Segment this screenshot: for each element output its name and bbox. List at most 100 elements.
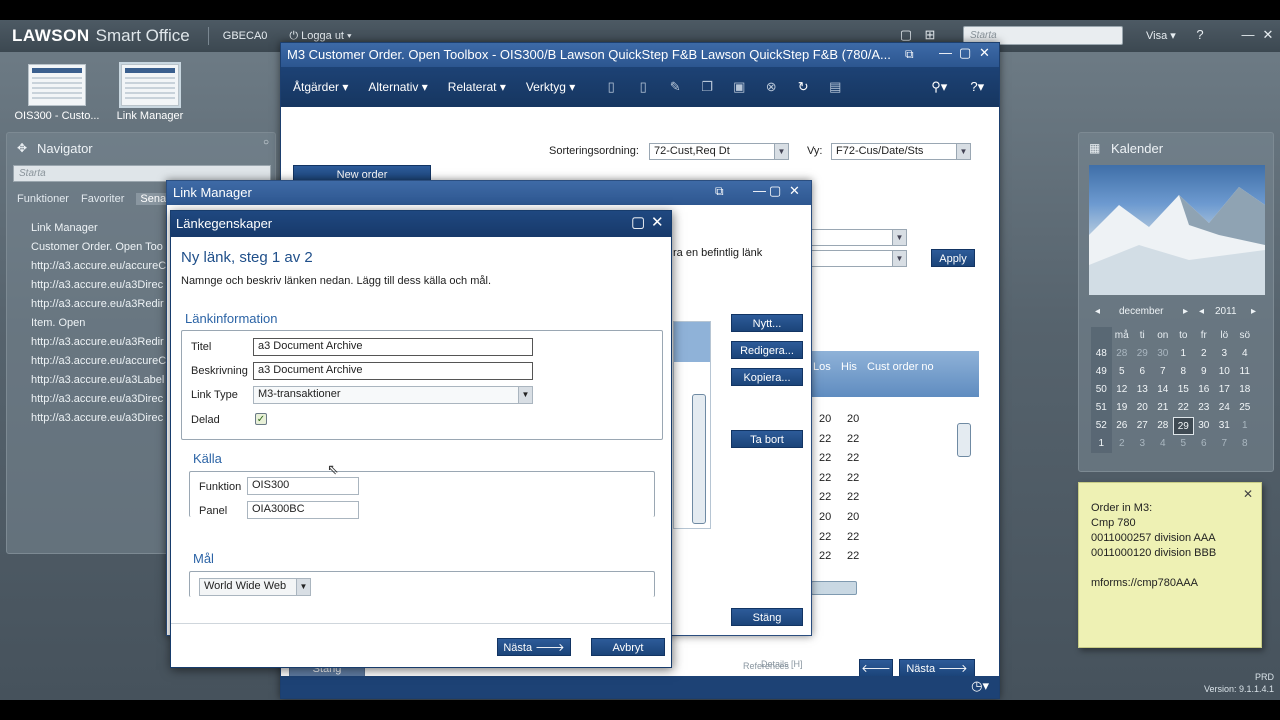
maximize-icon[interactable]: ▢ xyxy=(769,183,781,199)
table-cell[interactable]: 22 xyxy=(847,531,859,543)
note-close-icon[interactable]: ✕ xyxy=(1243,487,1253,501)
calendar-day[interactable]: 28 xyxy=(1153,417,1174,435)
table-cell[interactable]: 20 xyxy=(847,511,859,523)
table-cell[interactable]: 20 xyxy=(819,413,831,425)
calendar-day[interactable]: 14 xyxy=(1153,381,1174,399)
calendar-day[interactable]: 6 xyxy=(1194,435,1215,453)
calendar-day[interactable]: 26 xyxy=(1112,417,1133,435)
calendar-day[interactable]: 9 xyxy=(1194,363,1215,381)
list-item[interactable]: http://a3.accure.eu/a3Redir xyxy=(31,295,181,314)
calendar-day[interactable]: 4 xyxy=(1153,435,1174,453)
logout-link[interactable]: ⏻ Logga ut ▾ xyxy=(289,30,351,43)
visa-menu[interactable]: Visa ▾ xyxy=(1146,29,1176,42)
close-icon[interactable]: ✕ xyxy=(651,215,664,231)
description-input[interactable]: a3 Document Archive xyxy=(253,362,533,380)
table-cell[interactable]: 22 xyxy=(847,472,859,484)
popout-icon[interactable]: ⧉ xyxy=(905,47,914,62)
edit-link-button[interactable]: Redigera... xyxy=(731,341,803,359)
apply-button[interactable]: Apply xyxy=(931,249,975,267)
close-icon[interactable]: ✕ xyxy=(1260,27,1276,43)
grid-icon[interactable]: ⊞ xyxy=(922,27,938,43)
table-cell[interactable]: 22 xyxy=(819,433,831,445)
prev-month-icon[interactable]: ◂ xyxy=(1095,306,1100,317)
table-cell[interactable]: 22 xyxy=(847,433,859,445)
panel-input[interactable]: OIA300BC xyxy=(247,501,359,519)
tab-favoriter[interactable]: Favoriter xyxy=(81,193,124,205)
calendar-day[interactable]: 12 xyxy=(1112,381,1133,399)
next-button[interactable]: Nästa 🡒 xyxy=(497,638,571,656)
copy-link-button[interactable]: Kopiera... xyxy=(731,368,803,386)
print-icon[interactable]: ▤ xyxy=(827,79,843,95)
calendar-day[interactable]: 29 xyxy=(1132,345,1153,363)
table-cell[interactable]: 20 xyxy=(847,413,859,425)
list-item[interactable]: Item. Open xyxy=(31,314,181,333)
list-item[interactable]: http://a3.accure.eu/accureC xyxy=(31,257,181,276)
table-cell[interactable]: 22 xyxy=(847,491,859,503)
calendar-day[interactable]: 28 xyxy=(1112,345,1133,363)
calendar-day[interactable]: 18 xyxy=(1235,381,1256,399)
title-input[interactable]: a3 Document Archive xyxy=(253,338,533,356)
shared-checkbox[interactable]: ✓ xyxy=(255,413,267,425)
shortcut-link-manager[interactable]: Link Manager xyxy=(105,62,195,122)
calendar-day[interactable]: 19 xyxy=(1112,399,1133,417)
edit-document-icon[interactable]: ▯ xyxy=(635,79,651,95)
next-button[interactable]: Nästa 🡒 xyxy=(899,659,975,677)
calendar-day[interactable]: 29 xyxy=(1173,417,1194,435)
calendar-day[interactable]: 25 xyxy=(1235,399,1256,417)
minimize-icon[interactable]: — xyxy=(939,45,952,60)
calendar-day[interactable]: 7 xyxy=(1153,363,1174,381)
grid-scrollbar-thumb[interactable] xyxy=(957,423,971,457)
maximize-icon[interactable]: ▢ xyxy=(631,215,645,231)
calendar-day[interactable]: 2 xyxy=(1112,435,1133,453)
calendar-day[interactable]: 21 xyxy=(1153,399,1174,417)
list-item[interactable]: http://a3.accure.eu/a3Redir xyxy=(31,333,181,352)
calendar-day[interactable]: 11 xyxy=(1235,363,1256,381)
calendar-day[interactable]: 10 xyxy=(1214,363,1235,381)
table-cell[interactable]: 22 xyxy=(819,452,831,464)
calendar-day[interactable]: 8 xyxy=(1235,435,1256,453)
calendar-day[interactable]: 23 xyxy=(1194,399,1215,417)
list-item[interactable]: http://a3.accure.eu/a3Label xyxy=(31,371,181,390)
list-scrollbar-thumb[interactable] xyxy=(692,394,706,524)
menu-alternativ[interactable]: Alternativ ▾ xyxy=(368,80,427,94)
calendar-day[interactable]: 20 xyxy=(1132,399,1153,417)
list-item[interactable]: Link Manager xyxy=(31,219,181,238)
delete-icon[interactable]: ⊗ xyxy=(763,79,779,95)
minimize-icon[interactable]: — xyxy=(753,183,766,198)
menu-relaterat[interactable]: Relaterat ▾ xyxy=(448,80,506,94)
delete-link-button[interactable]: Ta bort xyxy=(731,430,803,448)
new-document-icon[interactable]: ▯ xyxy=(603,79,619,95)
calendar-day[interactable]: 13 xyxy=(1132,381,1153,399)
target-type-select[interactable]: World Wide Web ▼ xyxy=(199,578,311,596)
next-year-icon[interactable]: ▸ xyxy=(1251,306,1256,317)
calendar-day[interactable]: 1 xyxy=(1235,417,1256,435)
view-select[interactable]: F72-Cus/Date/Sts ▼ xyxy=(831,143,971,160)
close-button[interactable]: Stäng xyxy=(731,608,803,626)
calendar-day[interactable]: 17 xyxy=(1214,381,1235,399)
display-icon[interactable]: ▣ xyxy=(731,79,747,95)
calendar-day[interactable]: 4 xyxy=(1235,345,1256,363)
link-type-select[interactable]: M3-transaktioner ▼ xyxy=(253,386,533,404)
maximize-icon[interactable]: ▢ xyxy=(959,45,971,61)
calendar-day[interactable]: 5 xyxy=(1112,363,1133,381)
close-icon[interactable]: ✕ xyxy=(789,183,800,199)
help-icon[interactable]: ?▾ xyxy=(969,79,985,95)
table-cell[interactable]: 22 xyxy=(847,452,859,464)
calendar-day[interactable]: 31 xyxy=(1214,417,1235,435)
list-item[interactable]: http://a3.accure.eu/a3Direc xyxy=(31,409,181,428)
list-item[interactable]: http://a3.accure.eu/a3Direc xyxy=(31,390,181,409)
calendar-day[interactable]: 8 xyxy=(1173,363,1194,381)
list-item[interactable]: http://a3.accure.eu/accureC xyxy=(31,352,181,371)
panel-close-icon[interactable]: ○ xyxy=(263,137,269,148)
tab-details[interactable]: Details [H] xyxy=(761,659,803,669)
filter-combo-1[interactable]: ▼ xyxy=(811,229,907,246)
calendar-day[interactable]: 7 xyxy=(1214,435,1235,453)
tab-funktioner[interactable]: Funktioner xyxy=(17,193,69,205)
minimize-icon[interactable]: — xyxy=(1240,27,1256,43)
sticky-note[interactable]: ✕ Order in M3: Cmp 780 0011000257 divisi… xyxy=(1078,482,1262,648)
window-icon[interactable]: ▢ xyxy=(898,27,914,43)
calendar-day[interactable]: 24 xyxy=(1214,399,1235,417)
table-cell[interactable]: 20 xyxy=(819,511,831,523)
clock-icon[interactable]: ◷▾ xyxy=(971,678,989,694)
sort-order-select[interactable]: 72-Cust,Req Dt ▼ xyxy=(649,143,789,160)
